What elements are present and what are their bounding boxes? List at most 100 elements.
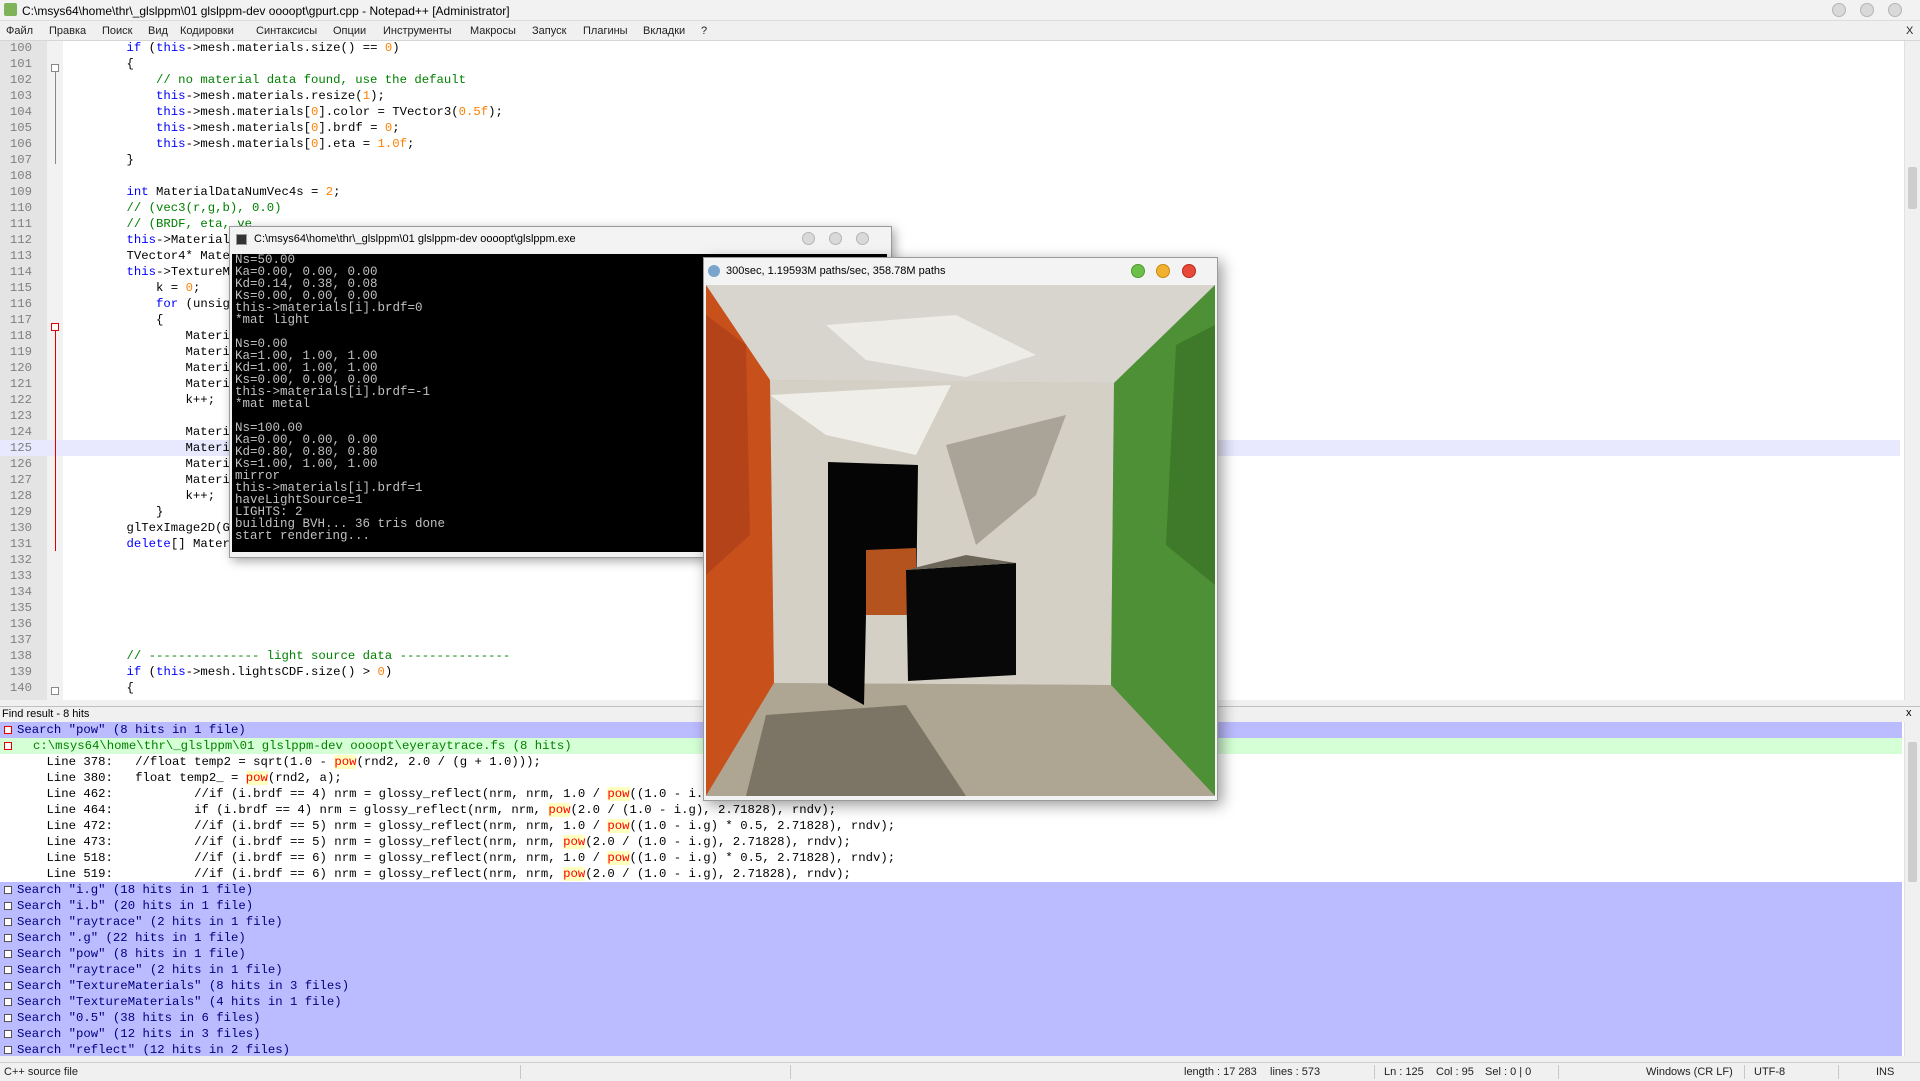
scrollbar-thumb[interactable]: [1908, 742, 1917, 882]
line-number: 116: [9, 297, 32, 311]
render-maximize-button[interactable]: [1156, 264, 1170, 278]
code-line[interactable]: 106 this->mesh.materials[0].eta = 1.0f;: [0, 136, 1900, 152]
find-hit-row[interactable]: Line 472: //if (i.brdf == 5) nrm = gloss…: [0, 818, 1902, 834]
find-result-close-button[interactable]: x: [1906, 707, 1912, 719]
fold-toggle-icon[interactable]: [51, 687, 59, 695]
status-divider: [1374, 1065, 1375, 1079]
close-document-button[interactable]: X: [1906, 25, 1913, 37]
find-hit-text: Line 378: //float temp2 = sqrt(1.0 - pow…: [17, 755, 541, 769]
find-hit-row[interactable]: Line 518: //if (i.brdf == 6) nrm = gloss…: [0, 850, 1902, 866]
code-line[interactable]: 109 int MaterialDataNumVec4s = 2;: [0, 184, 1900, 200]
expand-icon[interactable]: [4, 934, 12, 942]
find-search-row[interactable]: Search "raytrace" (2 hits in 1 file): [0, 962, 1902, 978]
notepadpp-app-icon: [4, 3, 17, 16]
code-line[interactable]: 102 // no material data found, use the d…: [0, 72, 1900, 88]
find-search-label: Search "i.b" (20 hits in 1 file): [17, 899, 254, 913]
find-search-row[interactable]: Search "TextureMaterials" (4 hits in 1 f…: [0, 994, 1902, 1010]
find-search-label: Search "i.g" (18 hits in 1 file): [17, 883, 254, 897]
fold-toggle-icon[interactable]: [51, 64, 59, 72]
find-search-row[interactable]: Search "0.5" (38 hits in 6 files): [0, 1010, 1902, 1026]
line-number: 105: [9, 121, 32, 135]
code-line[interactable]: 107 }: [0, 152, 1900, 168]
status-eol[interactable]: Windows (CR LF): [1646, 1066, 1733, 1078]
code-text: Material: [97, 361, 245, 375]
expand-icon[interactable]: [4, 1046, 12, 1054]
code-line[interactable]: 103 this->mesh.materials.resize(1);: [0, 88, 1900, 104]
collapse-icon[interactable]: [4, 726, 12, 734]
expand-icon[interactable]: [4, 998, 12, 1006]
expand-icon[interactable]: [4, 902, 12, 910]
expand-icon[interactable]: [4, 950, 12, 958]
line-number: 118: [9, 329, 32, 343]
line-number: 138: [9, 649, 32, 663]
code-text: // no material data found, use the defau…: [156, 73, 466, 87]
fold-toggle-icon[interactable]: [51, 323, 59, 331]
find-search-row[interactable]: Search "pow" (8 hits in 1 file): [0, 946, 1902, 962]
menu-encoding[interactable]: Кодировки: [180, 25, 234, 37]
line-number: 115: [9, 281, 32, 295]
status-encoding[interactable]: UTF-8: [1754, 1066, 1785, 1078]
find-search-row[interactable]: Search "reflect" (12 hits in 2 files): [0, 1042, 1902, 1056]
menu-tools[interactable]: Инструменты: [383, 25, 452, 37]
find-search-row[interactable]: Search "i.g" (18 hits in 1 file): [0, 882, 1902, 898]
find-search-label: Search "raytrace" (2 hits in 1 file): [17, 963, 283, 977]
scrollbar-thumb[interactable]: [1908, 167, 1917, 209]
find-hit-row[interactable]: Line 464: if (i.brdf == 4) nrm = glossy_…: [0, 802, 1902, 818]
find-search-label: Search "pow" (8 hits in 1 file): [17, 947, 246, 961]
code-line[interactable]: 104 this->mesh.materials[0].color = TVec…: [0, 104, 1900, 120]
find-search-label: Search "TextureMaterials" (8 hits in 3 f…: [17, 979, 350, 993]
code-line[interactable]: 108: [0, 168, 1900, 184]
expand-icon[interactable]: [4, 886, 12, 894]
menu-view[interactable]: Вид: [148, 25, 168, 37]
code-text: Material: [97, 441, 245, 455]
line-number: 114: [9, 265, 32, 279]
menu-help[interactable]: ?: [701, 25, 707, 37]
line-number: 104: [9, 105, 32, 119]
find-hit-row[interactable]: Line 519: //if (i.brdf == 6) nrm = gloss…: [0, 866, 1902, 882]
expand-icon[interactable]: [4, 1030, 12, 1038]
code-line[interactable]: 100 if (this->mesh.materials.size() == 0…: [0, 41, 1900, 56]
maximize-button[interactable]: [1860, 3, 1874, 17]
minimize-button[interactable]: [1832, 3, 1846, 17]
menu-search[interactable]: Поиск: [102, 25, 132, 37]
editor-vertical-scrollbar[interactable]: [1904, 41, 1920, 700]
window-title-bar[interactable]: C:\msys64\home\thr\_glslppm\01 glslppm-d…: [0, 0, 1920, 21]
menu-settings[interactable]: Опции: [333, 25, 366, 37]
find-search-row[interactable]: Search ".g" (22 hits in 1 file): [0, 930, 1902, 946]
code-line[interactable]: 110 // (vec3(r,g,b), 0.0): [0, 200, 1900, 216]
console-close-button[interactable]: [856, 232, 869, 245]
line-number: 140: [9, 681, 32, 695]
code-line[interactable]: 105 this->mesh.materials[0].brdf = 0;: [0, 120, 1900, 136]
line-number: 133: [9, 569, 32, 583]
line-number: 136: [9, 617, 32, 631]
status-column: Col : 95: [1436, 1066, 1474, 1078]
menu-plugins[interactable]: Плагины: [583, 25, 628, 37]
code-line[interactable]: 101 {: [0, 56, 1900, 72]
expand-icon[interactable]: [4, 966, 12, 974]
render-close-button[interactable]: [1182, 264, 1196, 278]
render-window[interactable]: 300sec, 1.19593M paths/sec, 358.78M path…: [703, 257, 1218, 801]
find-search-row[interactable]: Search "raytrace" (2 hits in 1 file): [0, 914, 1902, 930]
find-search-row[interactable]: Search "i.b" (20 hits in 1 file): [0, 898, 1902, 914]
menu-macro[interactable]: Макросы: [470, 25, 516, 37]
status-insert-mode[interactable]: INS: [1876, 1066, 1894, 1078]
line-number: 139: [9, 665, 32, 679]
close-button[interactable]: [1888, 3, 1902, 17]
expand-icon[interactable]: [4, 982, 12, 990]
menu-file[interactable]: Файл: [6, 25, 33, 37]
find-vertical-scrollbar[interactable]: [1904, 722, 1920, 1056]
find-search-row[interactable]: Search "TextureMaterials" (8 hits in 3 f…: [0, 978, 1902, 994]
code-text: Material: [97, 329, 245, 343]
console-minimize-button[interactable]: [802, 232, 815, 245]
console-maximize-button[interactable]: [829, 232, 842, 245]
find-search-row[interactable]: Search "pow" (12 hits in 3 files): [0, 1026, 1902, 1042]
collapse-icon[interactable]: [4, 742, 12, 750]
render-minimize-button[interactable]: [1131, 264, 1145, 278]
expand-icon[interactable]: [4, 1014, 12, 1022]
menu-run[interactable]: Запуск: [532, 25, 566, 37]
menu-syntax[interactable]: Синтаксисы: [256, 25, 317, 37]
find-hit-row[interactable]: Line 473: //if (i.brdf == 5) nrm = gloss…: [0, 834, 1902, 850]
expand-icon[interactable]: [4, 918, 12, 926]
menu-edit[interactable]: Правка: [49, 25, 86, 37]
menu-window[interactable]: Вкладки: [643, 25, 685, 37]
